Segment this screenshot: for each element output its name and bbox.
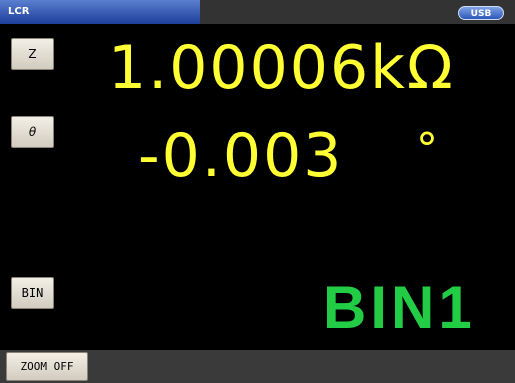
title-bar: LCR USB: [0, 0, 515, 24]
secondary-unit: °: [416, 124, 438, 175]
lcr-screen: LCR USB Z 1.00006kΩ θ -0.003 ° BIN BIN1 …: [0, 0, 515, 383]
usb-badge: USB: [458, 6, 504, 20]
bin-button[interactable]: BIN: [11, 277, 54, 309]
primary-parameter-button[interactable]: Z: [11, 38, 54, 70]
secondary-reading: -0.003: [138, 121, 344, 191]
bin-result: BIN1: [323, 274, 476, 341]
secondary-parameter-button[interactable]: θ: [11, 116, 54, 148]
primary-reading: 1.00006kΩ: [108, 33, 455, 103]
zoom-button[interactable]: ZOOM OFF: [6, 352, 88, 381]
mode-tab[interactable]: LCR: [0, 0, 200, 24]
